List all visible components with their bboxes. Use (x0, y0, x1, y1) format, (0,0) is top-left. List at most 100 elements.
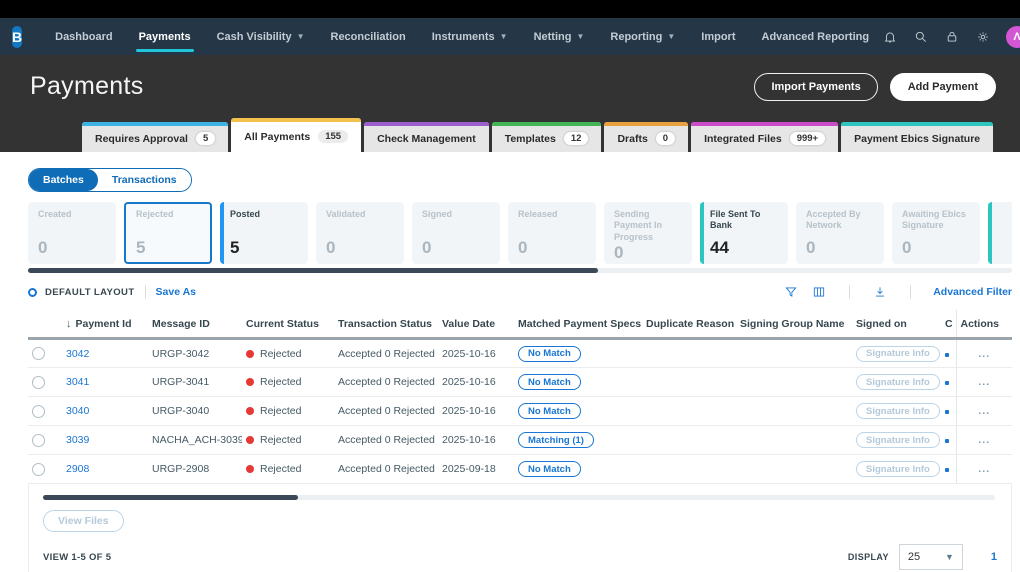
truncated-content (945, 353, 949, 357)
row-actions-button[interactable]: ... (978, 405, 990, 417)
matched-specs-pill[interactable]: No Match (518, 403, 581, 419)
header-duplicate-reason: Duplicate Reason (642, 310, 736, 339)
nav-item-reporting[interactable]: Reporting▼ (597, 18, 688, 55)
bell-icon[interactable] (882, 29, 897, 44)
header-buttons: Import Payments Add Payment (754, 73, 996, 101)
matched-specs-pill[interactable]: No Match (518, 374, 581, 390)
advanced-filter-link[interactable]: Advanced Filter (933, 286, 1012, 298)
nav-item-advanced-reporting[interactable]: Advanced Reporting (749, 18, 883, 55)
status-card-partial[interactable] (988, 202, 1012, 264)
divider (849, 285, 850, 299)
duplicate-reason-cell (642, 426, 736, 455)
status-card-posted[interactable]: Posted5 (220, 202, 308, 264)
chevron-down-icon: ▼ (500, 32, 508, 41)
cards-scrollbar-thumb[interactable] (28, 268, 598, 273)
nav-item-cash-visibility[interactable]: Cash Visibility▼ (204, 18, 318, 55)
status-card-accepted-by-network[interactable]: Accepted By Network0 (796, 202, 884, 264)
header-payment-id[interactable]: ↓Payment Id (62, 310, 148, 339)
tab-color-bar (604, 122, 688, 126)
row-radio[interactable] (32, 405, 45, 418)
nav-menu: DashboardPaymentsCash Visibility▼Reconci… (42, 18, 882, 55)
transaction-status-cell: Accepted 0 Rejected 0 (334, 397, 438, 426)
tab-requires-approval[interactable]: Requires Approval5 (82, 122, 228, 152)
status-card-released[interactable]: Released0 (508, 202, 596, 264)
signature-info-pill[interactable]: Signature Info (856, 432, 940, 448)
truncated-cell (944, 339, 956, 368)
toggle-batches[interactable]: Batches (29, 169, 98, 191)
toggle-transactions[interactable]: Transactions (98, 169, 191, 191)
status-card-file-sent-to-bank[interactable]: File Sent To Bank44 (700, 202, 788, 264)
tab-all-payments[interactable]: All Payments155 (231, 118, 361, 152)
page-size-select[interactable]: 25 ▼ (899, 544, 963, 570)
payment-id-link[interactable]: 2908 (66, 463, 89, 475)
status-card-signed[interactable]: Signed0 (412, 202, 500, 264)
row-radio[interactable] (32, 347, 45, 360)
row-actions-button[interactable]: ... (978, 348, 990, 360)
view-files-button[interactable]: View Files (43, 510, 124, 532)
payment-id-link[interactable]: 3040 (66, 405, 89, 417)
page-number[interactable]: 1 (991, 551, 997, 563)
filter-icon[interactable] (783, 284, 799, 300)
message-id-cell: URGP-2908 (148, 455, 242, 484)
user-avatar[interactable]: Λ (1006, 26, 1020, 48)
payment-id-link[interactable]: 3041 (66, 376, 89, 388)
tab-templates[interactable]: Templates12 (492, 122, 602, 152)
matched-specs-cell: No Match (514, 397, 642, 426)
page-header: Payments Import Payments Add Payment (0, 55, 1020, 118)
nav-item-netting[interactable]: Netting▼ (521, 18, 598, 55)
gear-icon[interactable] (975, 29, 990, 44)
signature-info-pill[interactable]: Signature Info (856, 374, 940, 390)
save-as-link[interactable]: Save As (156, 286, 196, 298)
status-card-created[interactable]: Created0 (28, 202, 116, 264)
table-scrollbar-thumb[interactable] (43, 495, 298, 500)
tab-drafts[interactable]: Drafts0 (604, 122, 688, 152)
row-actions-button[interactable]: ... (978, 376, 990, 388)
tab-check-management[interactable]: Check Management (364, 122, 489, 152)
add-payment-button[interactable]: Add Payment (890, 73, 996, 101)
nav-item-payments[interactable]: Payments (126, 18, 204, 55)
nav-item-import[interactable]: Import (688, 18, 748, 55)
status-card-sending-payment-in-progress[interactable]: Sending Payment In Progress0 (604, 202, 692, 264)
app-logo[interactable]: B (12, 26, 22, 48)
matched-specs-pill[interactable]: Matching (1) (518, 432, 594, 448)
payment-id-link[interactable]: 3039 (66, 434, 89, 446)
status-card-validated[interactable]: Validated0 (316, 202, 404, 264)
row-radio[interactable] (32, 434, 45, 447)
tab-label: Integrated Files (704, 133, 782, 145)
signing-group-cell (736, 339, 852, 368)
matched-specs-pill[interactable]: No Match (518, 461, 581, 477)
import-payments-button[interactable]: Import Payments (754, 73, 877, 101)
header-truncated-column: C (944, 310, 956, 339)
card-accent-bar (700, 202, 704, 264)
signature-info-pill[interactable]: Signature Info (856, 461, 940, 477)
status-card-awaiting-ebics-signature[interactable]: Awaiting Ebics Signature0 (892, 202, 980, 264)
table-row: 3040 URGP-3040 Rejected Accepted 0 Rejec… (28, 397, 1012, 426)
truncated-content (945, 468, 949, 472)
matched-specs-pill[interactable]: No Match (518, 346, 581, 362)
signature-info-pill[interactable]: Signature Info (856, 403, 940, 419)
lock-icon[interactable] (944, 29, 959, 44)
tab-payment-ebics-signature[interactable]: Payment Ebics Signature (841, 122, 993, 152)
value-date-cell: 2025-10-16 (438, 426, 514, 455)
nav-item-dashboard[interactable]: Dashboard (42, 18, 125, 55)
truncated-content (945, 381, 949, 385)
tab-label: All Payments (244, 131, 310, 143)
message-id-cell: URGP-3041 (148, 368, 242, 397)
status-card-rejected[interactable]: Rejected5 (124, 202, 212, 264)
row-actions-button[interactable]: ... (978, 463, 990, 475)
tab-integrated-files[interactable]: Integrated Files999+ (691, 122, 838, 152)
download-icon[interactable] (872, 284, 888, 300)
nav-item-instruments[interactable]: Instruments▼ (419, 18, 521, 55)
status-dot-icon (246, 378, 254, 386)
row-actions-button[interactable]: ... (978, 434, 990, 446)
payment-id-link[interactable]: 3042 (66, 348, 89, 360)
view-toggle: Batches Transactions (28, 168, 192, 192)
row-radio[interactable] (32, 463, 45, 476)
signature-info-pill[interactable]: Signature Info (856, 346, 940, 362)
nav-item-reconciliation[interactable]: Reconciliation (318, 18, 419, 55)
header-value-date: Value Date (438, 310, 514, 339)
search-icon[interactable] (913, 29, 928, 44)
card-label: Validated (326, 209, 396, 220)
columns-icon[interactable] (811, 284, 827, 300)
row-radio[interactable] (32, 376, 45, 389)
